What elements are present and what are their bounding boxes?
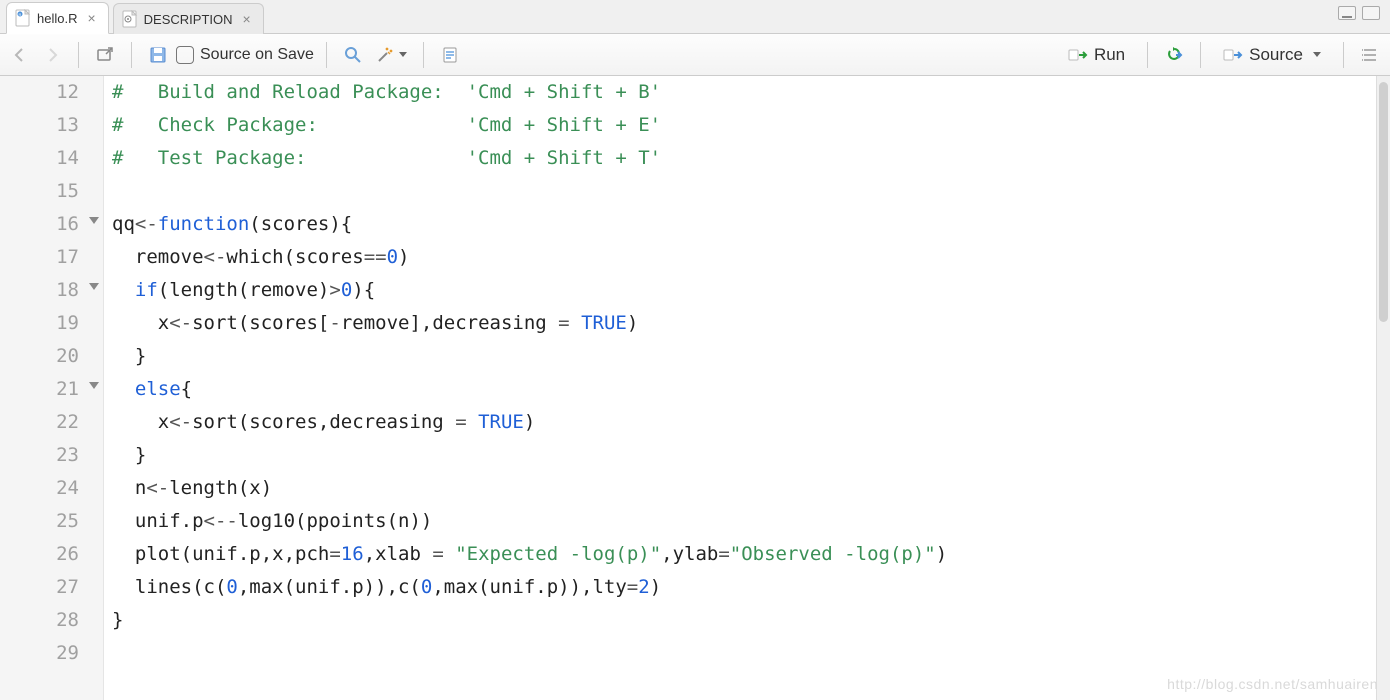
line-number: 24 (0, 472, 79, 505)
separator (1343, 42, 1344, 68)
separator (131, 42, 132, 68)
code-line[interactable]: # Test Package: 'Cmd + Shift + T' (112, 142, 1390, 175)
fold-icon[interactable] (89, 382, 99, 389)
source-on-save-checkbox[interactable]: Source on Save (176, 46, 314, 64)
tab-label: hello.R (37, 11, 77, 26)
code-editor[interactable]: 121314151617181920212223242526272829 # B… (0, 76, 1390, 700)
chevron-down-icon (1313, 52, 1321, 57)
line-number: 26 (0, 538, 79, 571)
code-line[interactable] (112, 637, 1390, 670)
line-number: 21 (0, 373, 79, 406)
line-number: 28 (0, 604, 79, 637)
scrollbar-thumb[interactable] (1379, 82, 1388, 322)
code-line[interactable]: # Build and Reload Package: 'Cmd + Shift… (112, 76, 1390, 109)
line-number: 12 (0, 76, 79, 109)
checkbox-icon (176, 46, 194, 64)
find-button[interactable] (339, 42, 367, 68)
tab-bar: R hello.R × DESCRIPTION × (0, 0, 1390, 34)
code-tools-button[interactable] (371, 42, 411, 68)
fold-icon[interactable] (89, 283, 99, 290)
checkbox-label: Source on Save (200, 46, 314, 64)
maximize-button[interactable] (1362, 6, 1380, 20)
line-number: 14 (0, 142, 79, 175)
line-number: 29 (0, 637, 79, 670)
code-line[interactable]: n<-length(x) (112, 472, 1390, 505)
line-number: 13 (0, 109, 79, 142)
code-line[interactable]: else{ (112, 373, 1390, 406)
line-number: 18 (0, 274, 79, 307)
vertical-scrollbar[interactable] (1376, 76, 1390, 700)
separator (1147, 42, 1148, 68)
svg-text:R: R (19, 12, 22, 17)
line-number: 25 (0, 505, 79, 538)
code-line[interactable]: qq<-function(scores){ (112, 208, 1390, 241)
separator (326, 42, 327, 68)
back-button[interactable] (6, 42, 34, 68)
run-button[interactable]: Run (1058, 41, 1135, 69)
outline-button[interactable] (1356, 42, 1384, 68)
gear-file-icon (122, 10, 138, 28)
line-number: 22 (0, 406, 79, 439)
line-number: 15 (0, 175, 79, 208)
tab-description[interactable]: DESCRIPTION × (113, 3, 264, 34)
code-line[interactable]: } (112, 439, 1390, 472)
editor-toolbar: Source on Save Run Source (0, 34, 1390, 76)
line-number-gutter: 121314151617181920212223242526272829 (0, 76, 104, 700)
r-file-icon: R (15, 9, 31, 27)
source-button[interactable]: Source (1213, 41, 1331, 69)
code-line[interactable]: lines(c(0,max(unif.p)),c(0,max(unif.p)),… (112, 571, 1390, 604)
line-number: 27 (0, 571, 79, 604)
fold-icon[interactable] (89, 217, 99, 224)
code-line[interactable]: x<-sort(scores[-remove],decreasing = TRU… (112, 307, 1390, 340)
minimize-button[interactable] (1338, 6, 1356, 20)
code-line[interactable]: # Check Package: 'Cmd + Shift + E' (112, 109, 1390, 142)
compile-report-button[interactable] (436, 42, 464, 68)
watermark: http://blog.csdn.net/samhuairen (1167, 676, 1378, 692)
separator (423, 42, 424, 68)
line-number: 16 (0, 208, 79, 241)
code-line[interactable]: unif.p<--log10(ppoints(n)) (112, 505, 1390, 538)
tab-label: DESCRIPTION (144, 12, 233, 27)
close-icon[interactable]: × (87, 10, 95, 26)
save-button[interactable] (144, 42, 172, 68)
separator (1200, 42, 1201, 68)
tab-hello-r[interactable]: R hello.R × (6, 2, 109, 34)
code-line[interactable]: if(length(remove)>0){ (112, 274, 1390, 307)
code-line[interactable] (112, 175, 1390, 208)
code-line[interactable]: x<-sort(scores,decreasing = TRUE) (112, 406, 1390, 439)
run-label: Run (1094, 45, 1125, 65)
chevron-down-icon (399, 52, 407, 57)
code-line[interactable]: } (112, 604, 1390, 637)
code-line[interactable]: plot(unif.p,x,pch=16,xlab = "Expected -l… (112, 538, 1390, 571)
code-line[interactable]: } (112, 340, 1390, 373)
rerun-button[interactable] (1160, 42, 1188, 68)
code-line[interactable]: remove<-which(scores==0) (112, 241, 1390, 274)
separator (78, 42, 79, 68)
line-number: 17 (0, 241, 79, 274)
close-icon[interactable]: × (243, 11, 251, 27)
show-in-new-window-button[interactable] (91, 42, 119, 68)
line-number: 23 (0, 439, 79, 472)
source-label: Source (1249, 45, 1303, 65)
code-area[interactable]: # Build and Reload Package: 'Cmd + Shift… (104, 76, 1390, 700)
window-buttons (1338, 6, 1380, 20)
forward-button[interactable] (38, 42, 66, 68)
line-number: 20 (0, 340, 79, 373)
line-number: 19 (0, 307, 79, 340)
